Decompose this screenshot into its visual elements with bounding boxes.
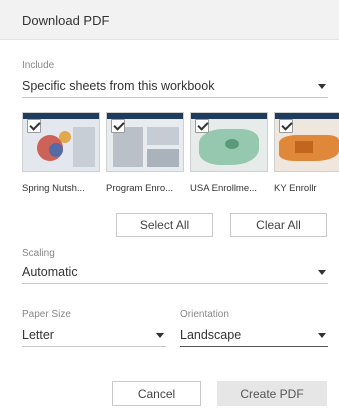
checkbox-checked-icon[interactable] (279, 119, 293, 133)
chevron-down-icon (156, 333, 164, 338)
paper-size-label: Paper Size (22, 309, 71, 320)
include-value: Specific sheets from this workbook (22, 79, 215, 93)
scaling-label: Scaling (22, 248, 55, 259)
include-label: Include (22, 60, 55, 71)
chevron-down-icon (318, 333, 326, 338)
select-all-button[interactable]: Select All (116, 213, 213, 237)
orientation-value: Landscape (180, 328, 242, 342)
dialog-title: Download PDF (22, 13, 110, 28)
checkbox-checked-icon[interactable] (27, 119, 41, 133)
sheet-thumbnail-list: Spring Nutsh... Program Enro... USA Enro… (22, 112, 339, 198)
paper-size-value: Letter (22, 328, 54, 342)
dialog-header: Download PDF (0, 0, 339, 40)
cancel-button[interactable]: Cancel (112, 381, 201, 406)
create-pdf-button[interactable]: Create PDF (217, 381, 327, 406)
chevron-down-icon (318, 84, 326, 89)
paper-size-select[interactable]: Letter (22, 325, 166, 347)
orientation-label: Orientation (180, 309, 229, 320)
sheet-caption: Program Enro... (106, 183, 174, 194)
sheet-caption: USA Enrollme... (190, 183, 258, 194)
orientation-select[interactable]: Landscape (180, 325, 328, 347)
scaling-value: Automatic (22, 265, 78, 279)
checkbox-checked-icon[interactable] (111, 119, 125, 133)
clear-all-button[interactable]: Clear All (230, 213, 327, 237)
sheet-caption: KY Enrollr (274, 183, 317, 194)
include-select[interactable]: Specific sheets from this workbook (22, 76, 328, 98)
scaling-select[interactable]: Automatic (22, 262, 328, 284)
sheet-caption: Spring Nutsh... (22, 183, 85, 194)
chevron-down-icon (318, 270, 326, 275)
checkbox-checked-icon[interactable] (195, 119, 209, 133)
